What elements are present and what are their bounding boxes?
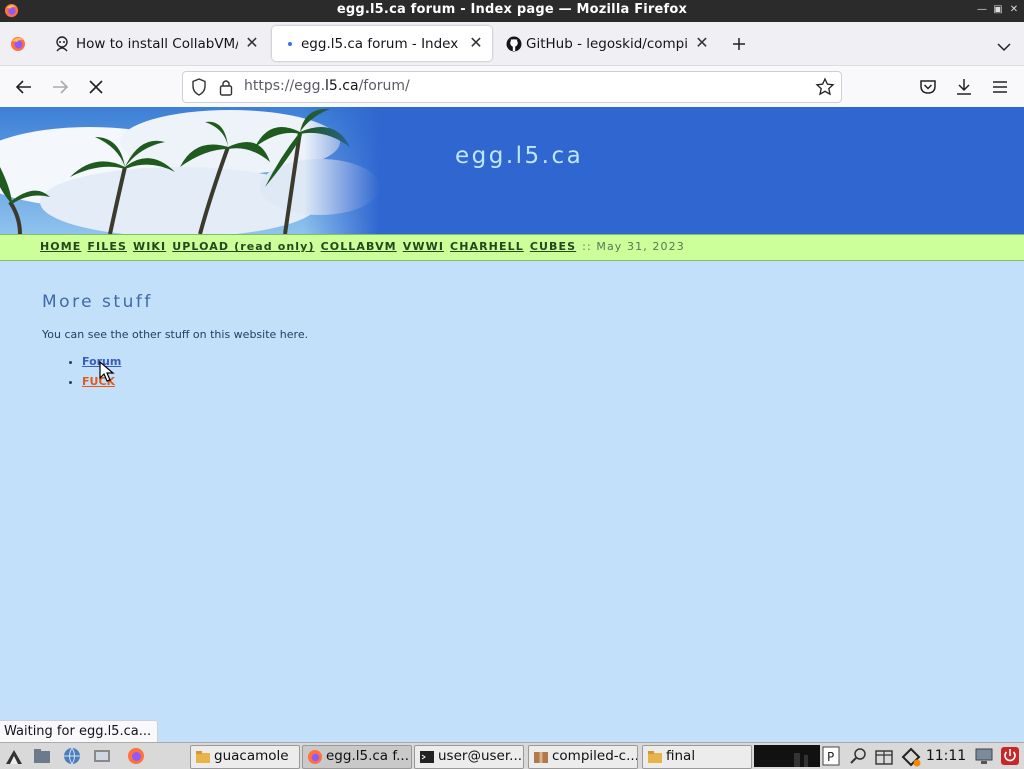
- hamburger-menu-icon[interactable]: [988, 75, 1012, 99]
- hacker-icon: [56, 36, 68, 52]
- tab-collabvm[interactable]: How to install CollabVM/1 ✕: [44, 26, 268, 61]
- tab-strip: How to install CollabVM/1 ✕ egg.l5.ca fo…: [0, 22, 1024, 66]
- menu-date: :: May 31, 2023: [582, 240, 685, 253]
- terminal-icon: [420, 751, 434, 763]
- url-prefix: https://egg.: [244, 78, 326, 94]
- intro-text: You can see the other stuff on this webs…: [42, 328, 309, 341]
- url-domain: l5.ca: [325, 78, 359, 94]
- stop-button[interactable]: [84, 75, 108, 99]
- mouse-cursor-icon: [99, 361, 115, 382]
- menu-link-upload[interactable]: UPLOAD (read only): [172, 240, 314, 253]
- tab-github[interactable]: GitHub - legoskid/compil ✕: [496, 26, 718, 61]
- taskbar: guacamole egg.l5.ca f... user@user... co…: [0, 742, 1024, 769]
- taskbar-window-archive[interactable]: compiled-c...: [528, 745, 638, 769]
- tab-label: egg.l5.ca forum - Index p: [301, 36, 462, 52]
- menu-link-charhell[interactable]: CHARHELL: [450, 240, 524, 253]
- taskbar-window-label: final: [666, 748, 696, 764]
- shield-icon[interactable]: [191, 78, 207, 96]
- monitor-icon[interactable]: [974, 745, 994, 767]
- clock: 11:11: [925, 748, 967, 764]
- taskbar-window-label: compiled-c...: [552, 748, 638, 764]
- start-menu-icon[interactable]: [4, 746, 24, 766]
- folder-icon: [196, 751, 210, 763]
- address-bar[interactable]: https://egg.l5.ca/forum/: [182, 71, 842, 103]
- close-window-button[interactable]: ✕: [1007, 3, 1021, 17]
- forward-button[interactable]: [48, 75, 72, 99]
- minimize-button[interactable]: —: [975, 3, 989, 17]
- package-icon[interactable]: [874, 745, 894, 767]
- download-icon[interactable]: [952, 75, 976, 99]
- taskbar-window-label: egg.l5.ca f...: [326, 748, 409, 764]
- firefox-view-icon[interactable]: [8, 35, 28, 53]
- taskbar-window-terminal[interactable]: user@user...: [414, 745, 524, 769]
- firefox-launcher-icon[interactable]: [126, 746, 146, 766]
- close-tab-icon[interactable]: ✕: [694, 34, 710, 52]
- firefox-icon: [308, 750, 322, 764]
- url-path: /forum/: [358, 78, 410, 94]
- svg-text:P: P: [827, 750, 834, 764]
- tab-egg-forum[interactable]: egg.l5.ca forum - Index p ✕: [272, 26, 492, 61]
- show-desktop-icon[interactable]: [92, 746, 112, 766]
- site-menu: HOME FILES WIKI UPLOAD (read only) COLLABVM V…: [0, 234, 1024, 261]
- chevron-down-icon[interactable]: [993, 36, 1015, 58]
- pocket-icon[interactable]: [916, 75, 940, 99]
- plus-icon: [733, 38, 745, 50]
- site-title: egg.l5.ca: [455, 143, 584, 169]
- loading-dot-icon: [288, 42, 292, 46]
- url-text: https://egg.l5.ca/forum/: [244, 78, 410, 94]
- lock-icon[interactable]: [219, 78, 233, 96]
- main-content: More stuff You can see the other stuff o…: [42, 292, 308, 395]
- taskbar-window-label: guacamole: [214, 748, 289, 764]
- navigation-toolbar: https://egg.l5.ca/forum/: [0, 66, 1024, 108]
- menu-link-home[interactable]: HOME: [40, 240, 81, 253]
- tab-label: GitHub - legoskid/compil: [526, 36, 688, 52]
- file-manager-icon[interactable]: [32, 746, 52, 766]
- menu-link-files[interactable]: FILES: [87, 240, 127, 253]
- tab-label: How to install CollabVM/1: [76, 36, 238, 52]
- close-tab-icon[interactable]: ✕: [244, 34, 260, 52]
- taskbar-window-label: user@user...: [438, 748, 523, 764]
- power-icon[interactable]: [1000, 745, 1020, 767]
- window-titlebar: egg.l5.ca forum - Index page — Mozilla F…: [0, 0, 1024, 22]
- window-title: egg.l5.ca forum - Index page — Mozilla F…: [336, 2, 688, 17]
- maximize-button[interactable]: ▣: [991, 3, 1005, 17]
- new-tab-button[interactable]: [728, 36, 750, 58]
- list-item: Forum: [82, 355, 308, 368]
- web-page: egg.l5.ca HOME FILES WIKI UPLOAD (read only…: [0, 107, 1024, 720]
- magnifier-icon[interactable]: [848, 745, 868, 767]
- network-update-icon[interactable]: [900, 745, 922, 767]
- taskbar-window-firefox[interactable]: egg.l5.ca f...: [302, 745, 412, 769]
- palm-trees-image: [0, 107, 380, 234]
- taskbar-window-final[interactable]: final: [642, 745, 752, 769]
- star-bookmark-icon[interactable]: [815, 77, 835, 97]
- github-icon: [506, 36, 522, 52]
- site-banner: egg.l5.ca: [0, 107, 1024, 234]
- menu-link-wiki[interactable]: WIKI: [133, 240, 166, 253]
- taskbar-window-guacamole[interactable]: guacamole: [190, 745, 300, 769]
- network-browser-icon[interactable]: [62, 746, 82, 766]
- menu-link-vwwi[interactable]: VWWI: [403, 240, 444, 253]
- list-item: FUCK: [82, 375, 308, 388]
- page-heading: More stuff: [42, 292, 153, 312]
- clipboard-p-icon[interactable]: P: [822, 745, 840, 767]
- back-button[interactable]: [12, 75, 36, 99]
- links-list: Forum FUCK: [42, 355, 308, 388]
- menu-link-cubes[interactable]: CUBES: [530, 240, 576, 253]
- close-tab-icon[interactable]: ✕: [468, 34, 484, 52]
- status-bar: Waiting for egg.l5.ca...: [0, 720, 159, 744]
- folder-icon: [648, 751, 662, 763]
- menu-link-collabvm[interactable]: COLLABVM: [321, 240, 397, 253]
- cpu-monitor-icon: [754, 745, 820, 767]
- archive-icon: [534, 752, 548, 763]
